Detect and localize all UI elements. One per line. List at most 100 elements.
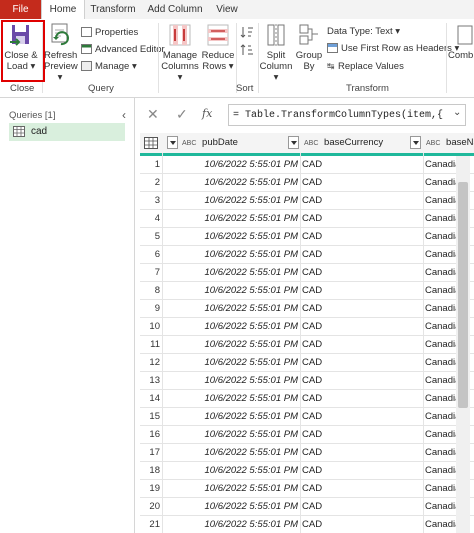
table-row[interactable]: 4 10/6/2022 5:55:01 PM CAD Canadian	[140, 210, 474, 228]
tab-file[interactable]: File	[0, 0, 41, 19]
scrollbar-thumb[interactable]	[458, 182, 468, 408]
tab-add-column[interactable]: Add Column	[143, 0, 207, 19]
cell-basecurrency: CAD	[302, 195, 323, 206]
fx-icon[interactable]: fx	[202, 107, 212, 120]
row-number: 14	[149, 393, 160, 404]
group-by-button[interactable]: Group By	[295, 22, 323, 80]
cell-basecurrency: CAD	[302, 159, 323, 170]
table-row[interactable]: 21 10/6/2022 5:55:01 PM CAD Canadian	[140, 516, 474, 533]
tab-view[interactable]: View	[208, 0, 246, 19]
split-column-label-1: Split	[266, 50, 286, 61]
column-header-label: pubDate	[202, 137, 238, 148]
properties-button[interactable]: Properties	[81, 25, 138, 40]
collapse-pane-icon[interactable]: ‹	[122, 108, 126, 122]
column-filter-dropdown[interactable]	[410, 136, 421, 149]
cancel-icon[interactable]: ✕	[147, 106, 159, 123]
cell-basecurrency: CAD	[302, 177, 323, 188]
manage-columns-button[interactable]: Manage Columns ▾	[160, 22, 200, 83]
cell-pubdate: 10/6/2022 5:55:01 PM	[204, 465, 299, 476]
reduce-rows-label-2: Rows	[202, 61, 227, 72]
table-row[interactable]: 8 10/6/2022 5:55:01 PM CAD Canadian	[140, 282, 474, 300]
query-item-cad[interactable]: cad	[9, 123, 125, 141]
cell-pubdate: 10/6/2022 5:55:01 PM	[204, 483, 299, 494]
formula-bar: ✕ ✓ fx = Table.TransformColumnTypes(item…	[140, 104, 470, 126]
chevron-down-icon: ▾	[273, 72, 279, 83]
data-grid: ABC pubDate ABC baseCurrency ABC baseNa …	[140, 133, 474, 533]
cell-basecurrency: CAD	[302, 411, 323, 422]
cell-basecurrency: CAD	[302, 519, 323, 530]
table-row[interactable]: 13 10/6/2022 5:55:01 PM CAD Canadian	[140, 372, 474, 390]
row-number: 13	[149, 375, 160, 386]
vertical-scrollbar[interactable]	[456, 156, 470, 533]
group-separator	[158, 23, 159, 93]
split-column-button[interactable]: Split Column ▾	[259, 22, 293, 83]
cell-basecurrency: CAD	[302, 303, 323, 314]
row-number: 6	[154, 249, 160, 260]
row-number: 4	[154, 213, 160, 224]
data-type-dropdown[interactable]: Data Type: Text ▾	[327, 24, 400, 39]
column-header-label: baseCurrency	[324, 137, 384, 148]
tab-transform[interactable]: Transform	[84, 0, 142, 19]
manage-button[interactable]: Manage ▾	[81, 59, 137, 74]
first-row-headers-label: Use First Row as Headers	[341, 43, 452, 54]
reduce-rows-button[interactable]: Reduce Rows ▾	[201, 22, 235, 80]
refresh-preview-button[interactable]: Refresh Preview ▾	[44, 22, 78, 83]
cell-pubdate: 10/6/2022 5:55:01 PM	[204, 339, 299, 350]
row-number: 8	[154, 285, 160, 296]
column-header-label: baseNa	[446, 137, 474, 148]
column-header-basename[interactable]: ABC baseNa	[426, 133, 474, 153]
table-row[interactable]: 6 10/6/2022 5:55:01 PM CAD Canadian	[140, 246, 474, 264]
table-row[interactable]: 1 10/6/2022 5:55:01 PM CAD Canadian	[140, 156, 474, 174]
column-filter-dropdown[interactable]	[288, 136, 299, 149]
cell-pubdate: 10/6/2022 5:55:01 PM	[204, 393, 299, 404]
table-row[interactable]: 9 10/6/2022 5:55:01 PM CAD Canadian	[140, 300, 474, 318]
cell-pubdate: 10/6/2022 5:55:01 PM	[204, 249, 299, 260]
table-row[interactable]: 3 10/6/2022 5:55:01 PM CAD Canadian	[140, 192, 474, 210]
first-row-headers-icon	[327, 43, 338, 53]
sort-ascending-button[interactable]	[240, 25, 254, 40]
combine-icon	[457, 25, 473, 45]
row-number: 19	[149, 483, 160, 494]
chevron-down-icon: ▾	[177, 72, 183, 83]
close-load-highlight	[1, 20, 45, 82]
table-row[interactable]: 11 10/6/2022 5:55:01 PM CAD Canadian	[140, 336, 474, 354]
cell-pubdate: 10/6/2022 5:55:01 PM	[204, 177, 299, 188]
table-row[interactable]: 20 10/6/2022 5:55:01 PM CAD Canadian	[140, 498, 474, 516]
cell-pubdate: 10/6/2022 5:55:01 PM	[204, 159, 299, 170]
advanced-editor-button[interactable]: Advanced Editor	[81, 42, 165, 57]
column-header-pubdate[interactable]: ABC pubDate	[182, 133, 297, 153]
split-column-icon	[267, 24, 285, 46]
queries-pane-title: Queries [1]	[9, 110, 56, 121]
use-first-row-headers-button[interactable]: Use First Row as Headers ▾	[327, 41, 459, 56]
table-row[interactable]: 12 10/6/2022 5:55:01 PM CAD Canadian	[140, 354, 474, 372]
table-row[interactable]: 2 10/6/2022 5:55:01 PM CAD Canadian	[140, 174, 474, 192]
table-row[interactable]: 16 10/6/2022 5:55:01 PM CAD Canadian	[140, 426, 474, 444]
sort-descending-button[interactable]	[240, 43, 254, 58]
chevron-down-icon: ▾	[129, 61, 137, 72]
row-number: 18	[149, 465, 160, 476]
table-row[interactable]: 10 10/6/2022 5:55:01 PM CAD Canadian	[140, 318, 474, 336]
table-row[interactable]: 19 10/6/2022 5:55:01 PM CAD Canadian	[140, 480, 474, 498]
chevron-down-icon: ▾	[226, 61, 234, 72]
cell-pubdate: 10/6/2022 5:55:01 PM	[204, 375, 299, 386]
table-row[interactable]: 17 10/6/2022 5:55:01 PM CAD Canadian	[140, 444, 474, 462]
table-menu-icon[interactable]	[144, 137, 158, 149]
group-by-label-1: Group	[295, 50, 323, 61]
type-icon-text: ABC	[426, 140, 441, 147]
table-menu-dropdown[interactable]	[167, 136, 178, 149]
check-icon[interactable]: ✓	[176, 106, 188, 123]
table-row[interactable]: 15 10/6/2022 5:55:01 PM CAD Canadian	[140, 408, 474, 426]
combine-button[interactable]: Combi	[448, 22, 474, 80]
table-row[interactable]: 7 10/6/2022 5:55:01 PM CAD Canadian	[140, 264, 474, 282]
column-header-basecurrency[interactable]: ABC baseCurrency	[304, 133, 419, 153]
table-row[interactable]: 5 10/6/2022 5:55:01 PM CAD Canadian	[140, 228, 474, 246]
expand-formula-icon[interactable]: ⌄	[453, 107, 461, 118]
cell-pubdate: 10/6/2022 5:55:01 PM	[204, 429, 299, 440]
tab-home[interactable]: Home	[41, 0, 85, 19]
group-label-close: Close	[10, 83, 35, 94]
cell-pubdate: 10/6/2022 5:55:01 PM	[204, 519, 299, 530]
table-row[interactable]: 18 10/6/2022 5:55:01 PM CAD Canadian	[140, 462, 474, 480]
table-row[interactable]: 14 10/6/2022 5:55:01 PM CAD Canadian	[140, 390, 474, 408]
replace-values-button[interactable]: ↹ Replace Values	[327, 59, 404, 74]
formula-input[interactable]: = Table.TransformColumnTypes(item,{	[228, 104, 466, 126]
